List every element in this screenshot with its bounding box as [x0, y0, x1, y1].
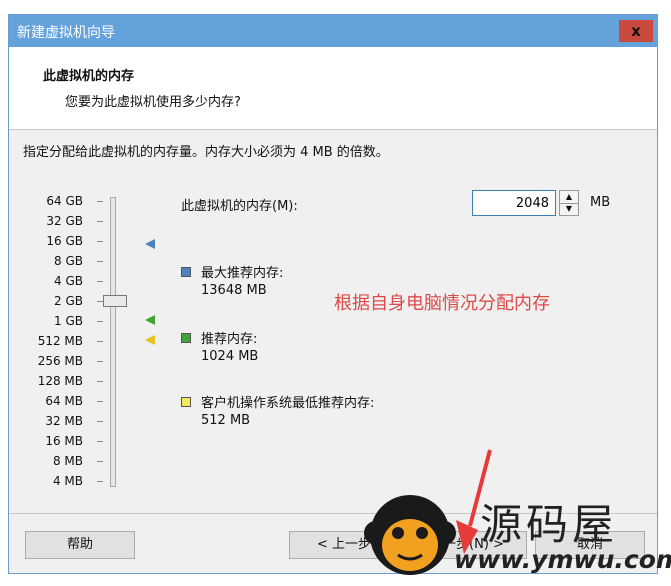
- max-recommended-swatch: [181, 267, 191, 277]
- scale-label: 128 MB: [37, 374, 83, 388]
- scale-tick: [97, 221, 103, 222]
- memory-input[interactable]: [472, 190, 556, 216]
- minimum-label: 客户机操作系统最低推荐内存:: [201, 396, 375, 411]
- recommended-label: 推荐内存:: [201, 332, 258, 347]
- recommended-value: 1024 MB: [201, 349, 259, 364]
- scale-label: 2 GB: [54, 294, 83, 308]
- scale-label: 32 MB: [45, 414, 83, 428]
- header-panel: 此虚拟机的内存 您要为此虚拟机使用多少内存?: [9, 47, 657, 130]
- scale-tick: [97, 481, 103, 482]
- scale-label: 4 GB: [54, 274, 83, 288]
- memory-unit: MB: [590, 195, 611, 210]
- scale-tick: [97, 281, 103, 282]
- scale-label: 4 MB: [52, 474, 83, 488]
- scale-label: 8 MB: [52, 454, 83, 468]
- scale-tick: [97, 261, 103, 262]
- watermark: 源码屋 www.ymwu.com: [362, 487, 671, 583]
- page-title: 此虚拟机的内存: [43, 69, 135, 84]
- page-subtitle: 您要为此虚拟机使用多少内存?: [65, 95, 241, 110]
- watermark-text: 源码屋: [480, 500, 619, 549]
- monkey-logo-icon: [364, 495, 456, 575]
- recommended-marker-icon: [145, 315, 155, 325]
- intro-text: 指定分配给此虚拟机的内存量。内存大小必须为 4 MB 的倍数。: [23, 145, 389, 160]
- scale-tick: [97, 201, 103, 202]
- scale-label: 32 GB: [46, 214, 83, 228]
- scale-label: 16 MB: [45, 434, 83, 448]
- memory-spinner[interactable]: ▲ ▼: [559, 190, 579, 216]
- scale-tick: [97, 381, 103, 382]
- scale-label: 512 MB: [37, 334, 83, 348]
- max-recommended-marker-icon: [145, 239, 155, 249]
- scale-label: 1 GB: [54, 314, 83, 328]
- scale-tick: [97, 421, 103, 422]
- scale-tick: [97, 461, 103, 462]
- minimum-marker-icon: [145, 335, 155, 345]
- memory-slider-thumb[interactable]: [103, 295, 127, 307]
- scale-label: 8 GB: [54, 254, 83, 268]
- annotation-text: 根据自身电脑情况分配内存: [334, 293, 550, 314]
- title-bar[interactable]: 新建虚拟机向导 x: [9, 15, 657, 47]
- memory-slider-track[interactable]: [110, 197, 116, 487]
- scale-tick: [97, 441, 103, 442]
- scale-label: 256 MB: [37, 354, 83, 368]
- minimum-swatch: [181, 397, 191, 407]
- minimum-value: 512 MB: [201, 413, 251, 428]
- help-button[interactable]: 帮助: [25, 531, 135, 559]
- spin-down-icon[interactable]: ▼: [560, 203, 578, 215]
- scale-tick: [97, 341, 103, 342]
- max-recommended-label: 最大推荐内存:: [201, 266, 284, 281]
- close-button[interactable]: x: [619, 20, 653, 42]
- scale-tick: [97, 321, 103, 322]
- scale-tick: [97, 401, 103, 402]
- memory-label: 此虚拟机的内存(M):: [181, 199, 298, 214]
- recommended-swatch: [181, 333, 191, 343]
- window-title: 新建虚拟机向导: [17, 25, 115, 41]
- scale-tick: [97, 241, 103, 242]
- scale-label: 64 MB: [45, 394, 83, 408]
- max-recommended-value: 13648 MB: [201, 283, 267, 298]
- scale-tick: [97, 361, 103, 362]
- scale-label: 16 GB: [46, 234, 83, 248]
- watermark-url: www.ymwu.com: [454, 545, 671, 574]
- scale-label: 64 GB: [46, 194, 83, 208]
